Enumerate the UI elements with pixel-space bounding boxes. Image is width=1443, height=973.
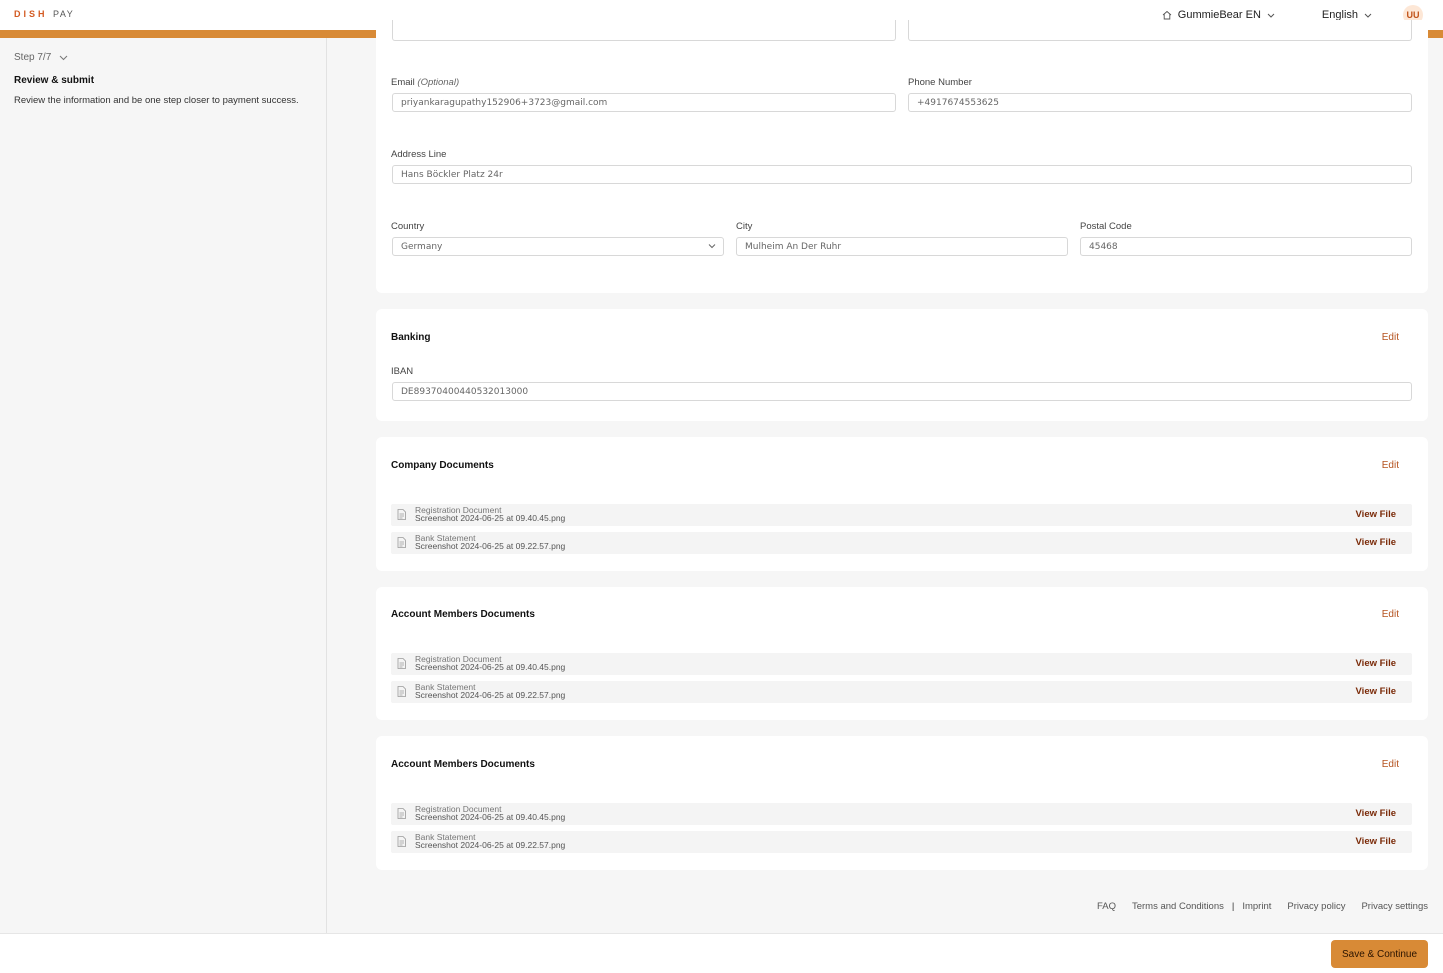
document-filename: Screenshot 2024-06-25 at 09.40.45.png [415, 514, 566, 523]
file-icon [397, 658, 406, 669]
sidebar: Step 7/7 Review & submit Review the info… [0, 38, 327, 933]
view-file-link[interactable]: View File [1356, 537, 1396, 548]
city-field[interactable]: Mulheim An Der Ruhr [736, 237, 1068, 256]
country-value: Germany [401, 241, 443, 252]
document-row: Bank Statement Screenshot 2024-06-25 at … [391, 532, 1412, 554]
footer-separator: | [1231, 901, 1235, 912]
privacy-settings-link[interactable]: Privacy settings [1361, 901, 1428, 912]
faq-link[interactable]: FAQ [1097, 901, 1116, 912]
phone-label: Phone Number [908, 77, 972, 88]
account-members-documents-card: Account Members Documents Edit Registrat… [376, 736, 1428, 870]
view-file-link[interactable]: View File [1356, 686, 1396, 697]
view-file-link[interactable]: View File [1356, 658, 1396, 669]
file-icon [397, 537, 406, 548]
postal-code-field[interactable]: 45468 [1080, 237, 1412, 256]
nationality-field[interactable] [908, 20, 1412, 41]
company-documents-edit-link[interactable]: Edit [1382, 460, 1399, 471]
banking-card: Banking Edit IBAN DE89370400440532013000 [376, 309, 1428, 421]
chevron-down-icon [1267, 13, 1275, 18]
bottom-action-bar: Save & Continue [0, 933, 1443, 973]
company-documents-card: Company Documents Edit Registration Docu… [376, 437, 1428, 571]
imprint-link[interactable]: Imprint [1242, 901, 1271, 912]
document-row: Registration Document Screenshot 2024-06… [391, 504, 1412, 526]
banking-edit-link[interactable]: Edit [1382, 332, 1399, 343]
view-file-link[interactable]: View File [1356, 836, 1396, 847]
dishpay-logo[interactable]: DISH PAY [14, 9, 74, 19]
step-title: Review & submit [14, 75, 95, 86]
document-filename: Screenshot 2024-06-25 at 09.22.57.png [415, 691, 566, 700]
file-icon [397, 808, 406, 819]
privacy-policy-link[interactable]: Privacy policy [1287, 901, 1345, 912]
email-field[interactable]: priyankaragupathy152906+3723@gmail.com [392, 93, 896, 112]
view-file-link[interactable]: View File [1356, 509, 1396, 520]
document-row: Bank Statement Screenshot 2024-06-25 at … [391, 681, 1412, 703]
country-label: Country [391, 221, 425, 232]
address-label: Address Line [391, 149, 447, 160]
step-description: Review the information and be one step c… [14, 95, 299, 106]
step-counter: Step 7/7 [14, 52, 52, 63]
terms-link[interactable]: Terms and Conditions [1132, 901, 1224, 912]
account-members-documents-edit-link[interactable]: Edit [1382, 609, 1399, 620]
file-icon [397, 509, 406, 520]
account-members-documents-title: Account Members Documents [391, 759, 535, 770]
postal-code-label: Postal Code [1080, 221, 1132, 232]
logo-brand: DISH [14, 9, 48, 19]
document-filename: Screenshot 2024-06-25 at 09.40.45.png [415, 813, 566, 822]
footer-links: FAQ Terms and Conditions | Imprint Priva… [1081, 901, 1428, 912]
chevron-down-icon [1364, 13, 1372, 18]
optional-tag: (Optional) [417, 77, 460, 88]
city-label: City [736, 221, 753, 232]
account-members-documents-edit-link[interactable]: Edit [1382, 759, 1399, 770]
address-field[interactable]: Hans Böckler Platz 24r [392, 165, 1412, 184]
logo-product: PAY [53, 9, 75, 19]
document-row: Registration Document Screenshot 2024-06… [391, 653, 1412, 675]
view-file-link[interactable]: View File [1356, 808, 1396, 819]
iban-field[interactable]: DE89370400440532013000 [392, 382, 1412, 401]
document-filename: Screenshot 2024-06-25 at 09.22.57.png [415, 542, 566, 551]
file-icon [397, 686, 406, 697]
chevron-down-icon [59, 55, 68, 60]
document-row: Bank Statement Screenshot 2024-06-25 at … [391, 831, 1412, 853]
email-label: Email (Optional) [391, 77, 460, 88]
document-filename: Screenshot 2024-06-25 at 09.40.45.png [415, 663, 566, 672]
save-continue-button[interactable]: Save & Continue [1331, 940, 1428, 968]
account-members-documents-card: Account Members Documents Edit Registrat… [376, 587, 1428, 720]
file-icon [397, 836, 406, 847]
banking-title: Banking [391, 332, 431, 343]
home-icon [1162, 10, 1172, 20]
chevron-down-icon [708, 244, 716, 249]
phone-field[interactable]: +4917674553625 [908, 93, 1412, 112]
step-selector[interactable]: Step 7/7 [14, 52, 68, 63]
document-row: Registration Document Screenshot 2024-06… [391, 803, 1412, 825]
country-select[interactable]: Germany [392, 237, 724, 256]
company-documents-title: Company Documents [391, 460, 494, 471]
document-filename: Screenshot 2024-06-25 at 09.22.57.png [415, 841, 566, 850]
personal-details-card: Email (Optional) priyankaragupathy152906… [376, 20, 1428, 293]
account-members-documents-title: Account Members Documents [391, 609, 535, 620]
iban-label: IBAN [391, 366, 414, 377]
date-of-birth-field[interactable] [392, 20, 896, 41]
